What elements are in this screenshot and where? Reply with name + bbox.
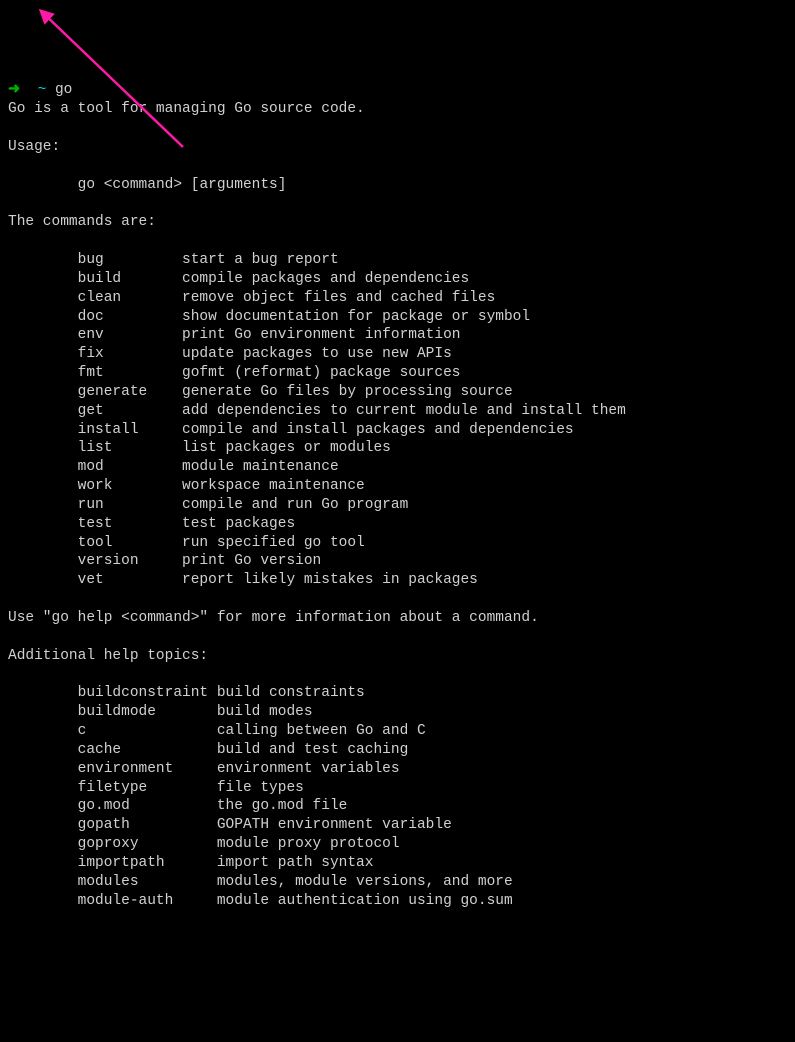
- commands-label: The commands are:: [8, 214, 156, 230]
- more-info-line: Use "go help <command>" for more informa…: [8, 610, 539, 626]
- intro-line: Go is a tool for managing Go source code…: [8, 101, 365, 117]
- commands-list: bug start a bug report build compile pac…: [8, 252, 626, 588]
- typed-command: go: [55, 82, 72, 98]
- prompt-line: ➜ ~ go: [8, 82, 72, 98]
- usage-label: Usage:: [8, 139, 60, 155]
- topics-label: Additional help topics:: [8, 648, 208, 664]
- usage-line: go <command> [arguments]: [78, 177, 287, 193]
- prompt-arrow-icon: ➜: [8, 82, 20, 98]
- terminal-output[interactable]: ➜ ~ go Go is a tool for managing Go sour…: [8, 81, 787, 910]
- topics-list: buildconstraint build constraints buildm…: [8, 685, 513, 908]
- prompt-cwd: ~: [38, 82, 47, 98]
